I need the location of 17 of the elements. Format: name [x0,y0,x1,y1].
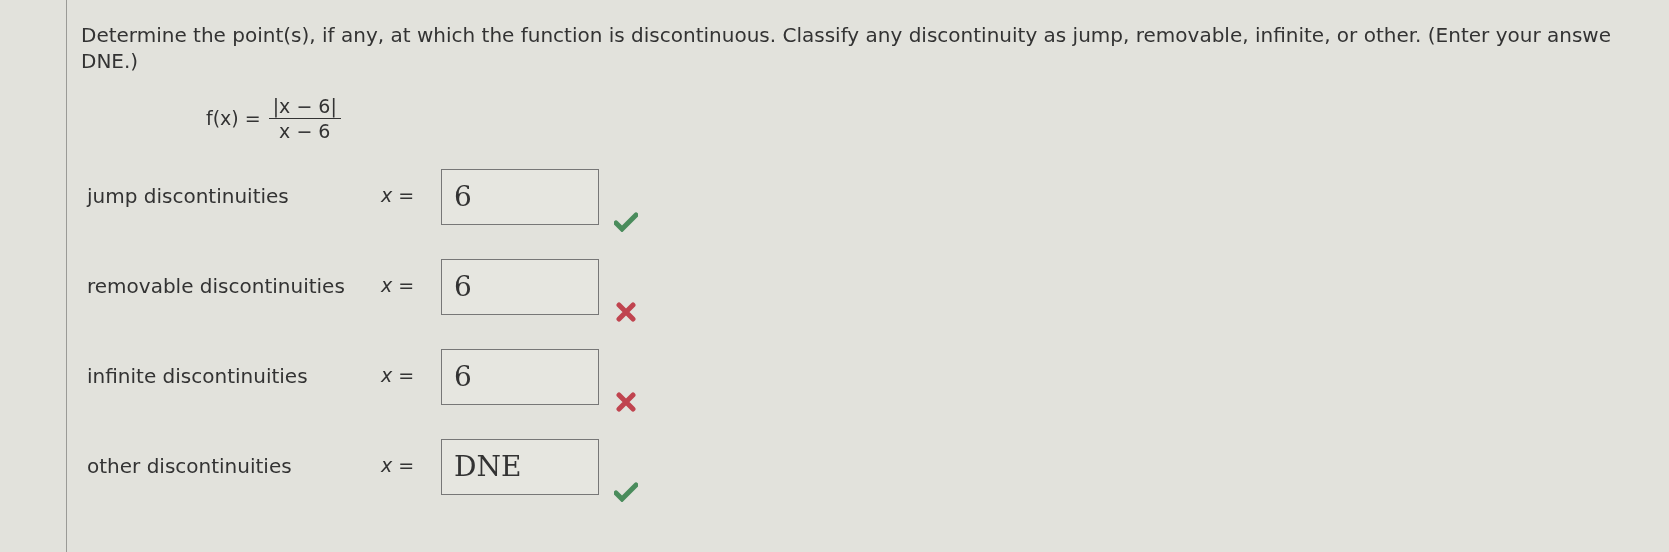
answer-field[interactable]: 6 [441,259,599,315]
function-label: f(x) = [206,106,261,132]
answer-label: jump discontinuities [85,183,290,210]
answer-field[interactable]: 6 [441,169,599,225]
answer-label: other discontinuities [86,453,293,480]
variable-label: x = [381,363,416,388]
answer-field[interactable]: DNE [441,439,599,495]
question-text: Determine the point(s), if any, at which the function is discontinuous. Classify any discontinuity as jump, removable, infinite, or other. (Enter your answe [81,22,1612,48]
answer-label: removable discontinuities [86,273,346,300]
answer-field[interactable]: 6 [441,349,599,405]
numerator: |x − 6| [271,94,338,118]
answer-label: infinite discontinuities [86,363,309,390]
variable-label: x = [381,453,416,478]
variable-label: x = [381,183,416,208]
denominator: x − 6 [278,119,332,143]
variable-label: x = [381,273,416,298]
question-text: DNE.) [81,48,140,74]
